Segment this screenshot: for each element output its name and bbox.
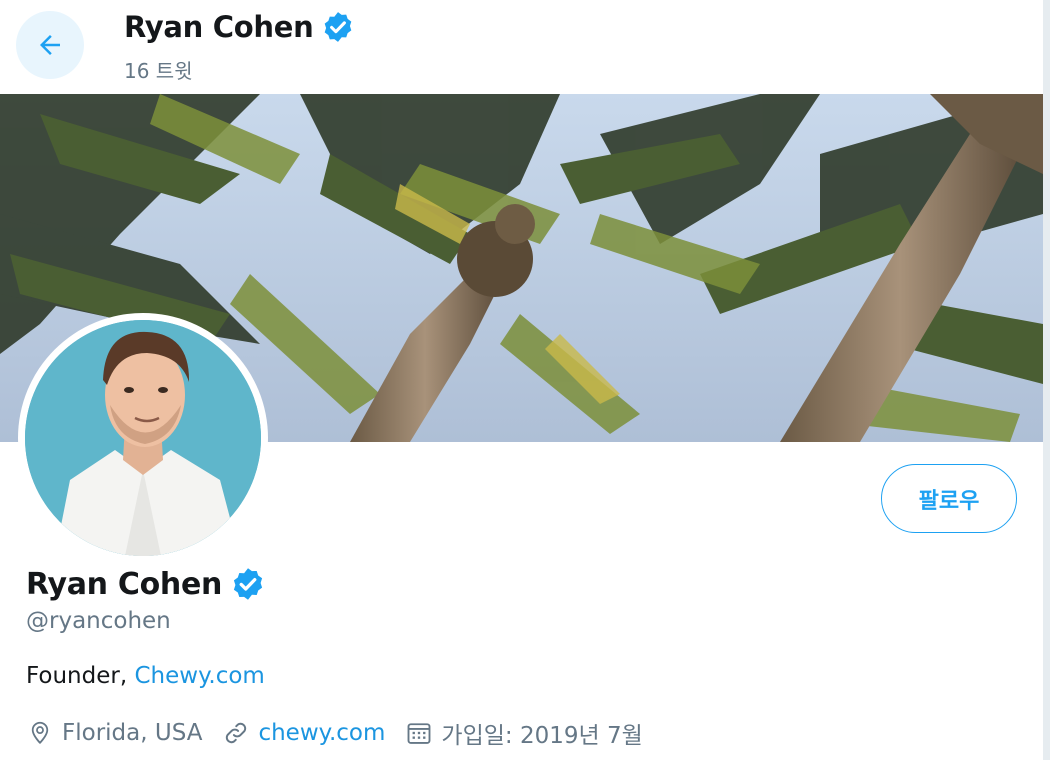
profile-handle: @ryancohen	[26, 608, 171, 634]
follow-button[interactable]: 팔로우	[881, 464, 1017, 533]
joined-text: 가입일: 2019년 7월	[441, 723, 643, 749]
bio-link[interactable]: Chewy.com	[134, 663, 264, 689]
profile-avatar[interactable]	[18, 313, 268, 563]
location-item: Florida, USA	[26, 719, 202, 747]
joined-item: 가입일: 2019년 7월	[405, 716, 643, 750]
profile-name-row: Ryan Cohen	[26, 566, 266, 602]
bio-text: Founder,	[26, 663, 135, 689]
page-edge	[1043, 0, 1050, 760]
profile-meta: Florida, USA chewy.com 가입일: 2019년 7월	[26, 716, 663, 750]
arrow-left-icon	[35, 30, 65, 60]
profile-header-bar: Ryan Cohen 16 트윗	[0, 0, 1050, 94]
header-title: Ryan Cohen	[124, 10, 314, 44]
header-title-row: Ryan Cohen	[124, 10, 355, 44]
profile-bio: Founder, Chewy.com	[26, 663, 265, 689]
verified-badge-icon	[321, 10, 355, 44]
verified-badge-icon	[230, 566, 266, 602]
location-pin-icon	[26, 719, 54, 747]
profile-name: Ryan Cohen	[26, 566, 223, 602]
location-text: Florida, USA	[62, 720, 203, 746]
calendar-icon	[405, 719, 433, 747]
website-link[interactable]: chewy.com	[258, 720, 385, 746]
website-item: chewy.com	[222, 719, 385, 747]
back-button[interactable]	[16, 11, 84, 79]
profile-photo	[25, 320, 261, 556]
tweet-count: 16 트윗	[124, 59, 193, 83]
link-icon	[222, 719, 250, 747]
